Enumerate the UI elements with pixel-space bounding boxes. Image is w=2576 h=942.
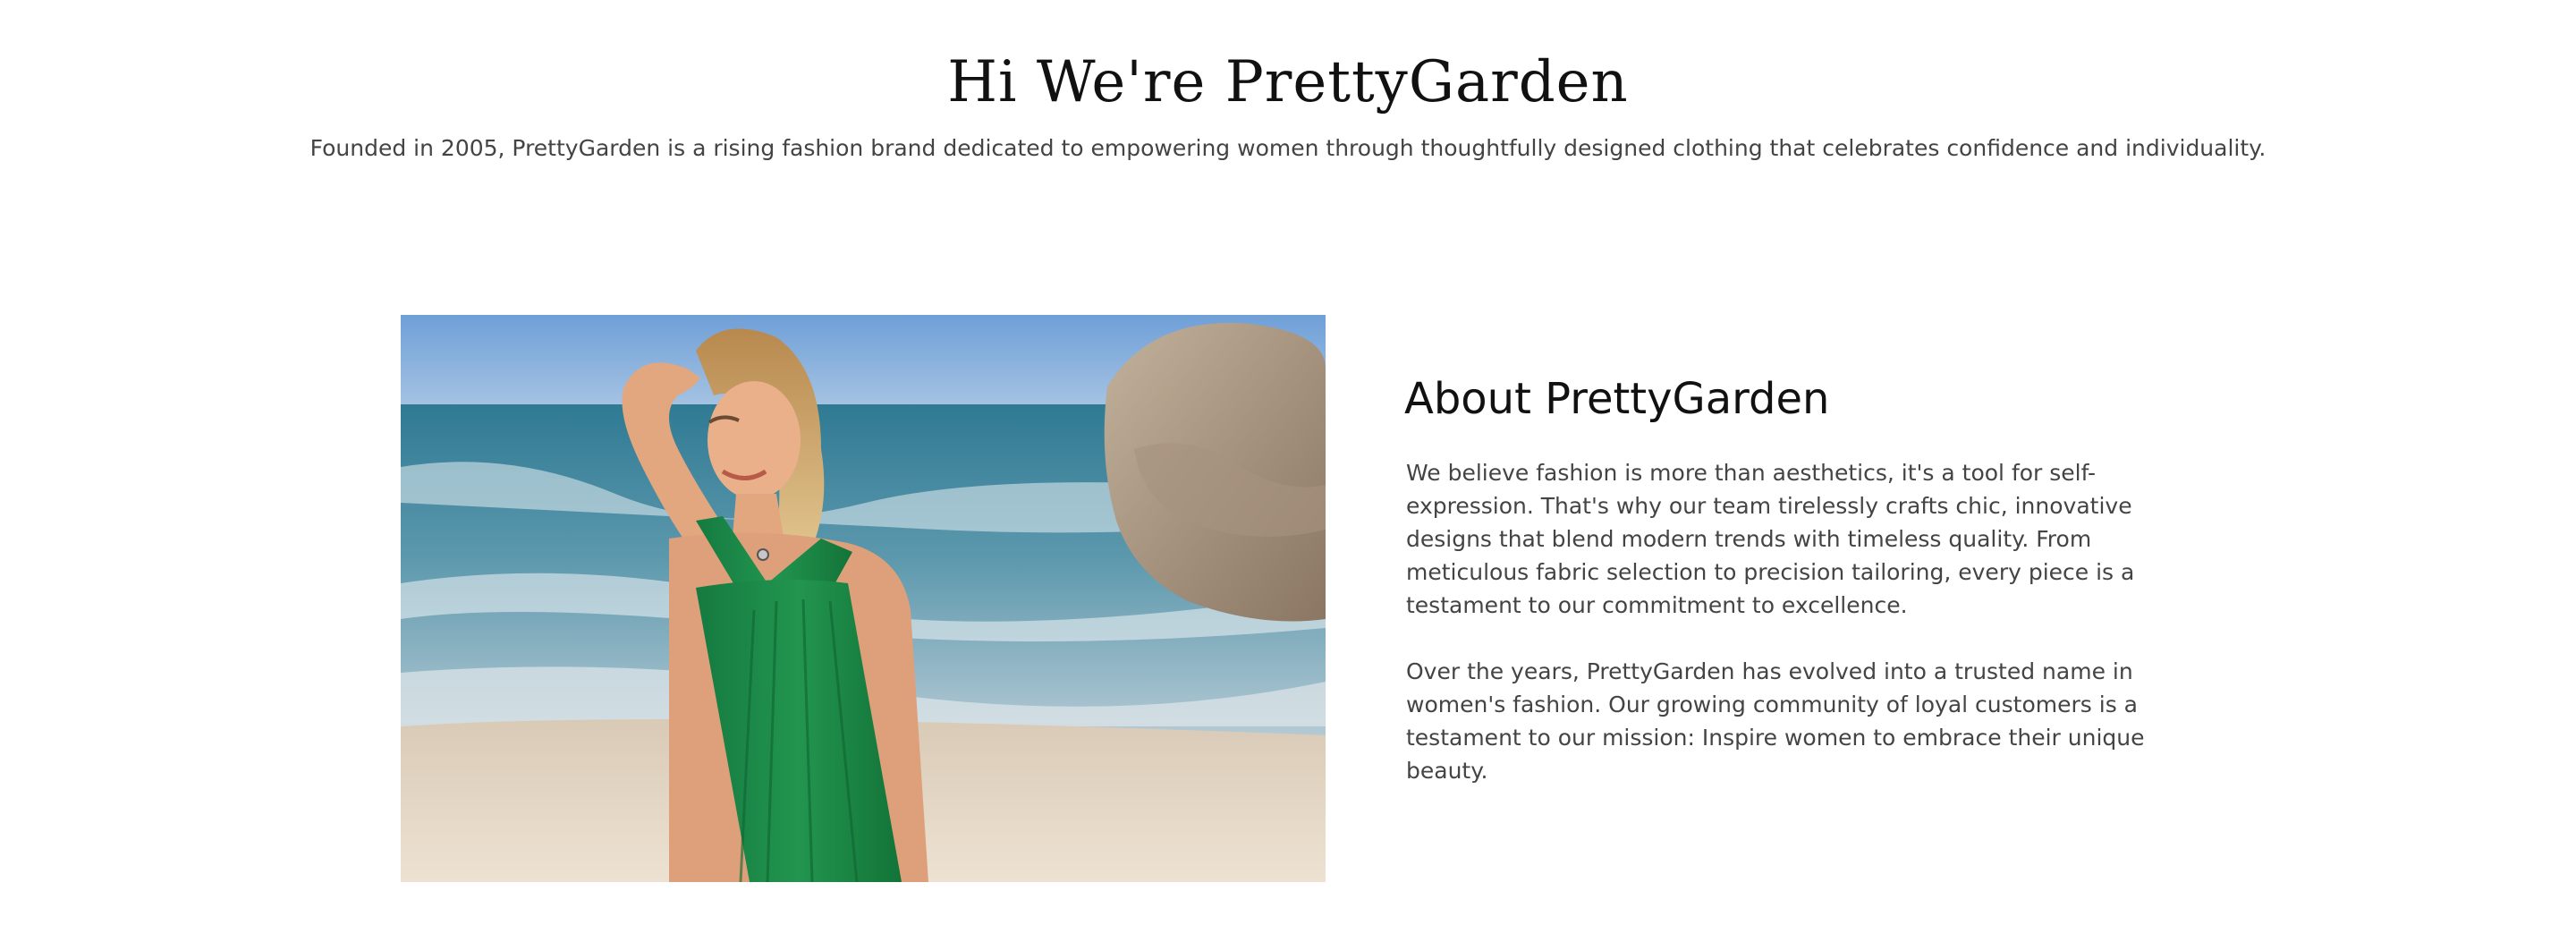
about-paragraph-2: Over the years, PrettyGarden has evolved…	[1406, 658, 2145, 784]
page-subtitle: Founded in 2005, PrettyGarden is a risin…	[309, 135, 2267, 161]
about-heading: About PrettyGarden	[1404, 374, 1830, 424]
page-title: Hi We're PrettyGarden	[947, 49, 1629, 115]
about-paragraph-1: We believe fashion is more than aestheti…	[1406, 460, 2135, 618]
about-body: We believe fashion is more than aestheti…	[1406, 456, 2211, 820]
about-image	[401, 315, 1326, 882]
